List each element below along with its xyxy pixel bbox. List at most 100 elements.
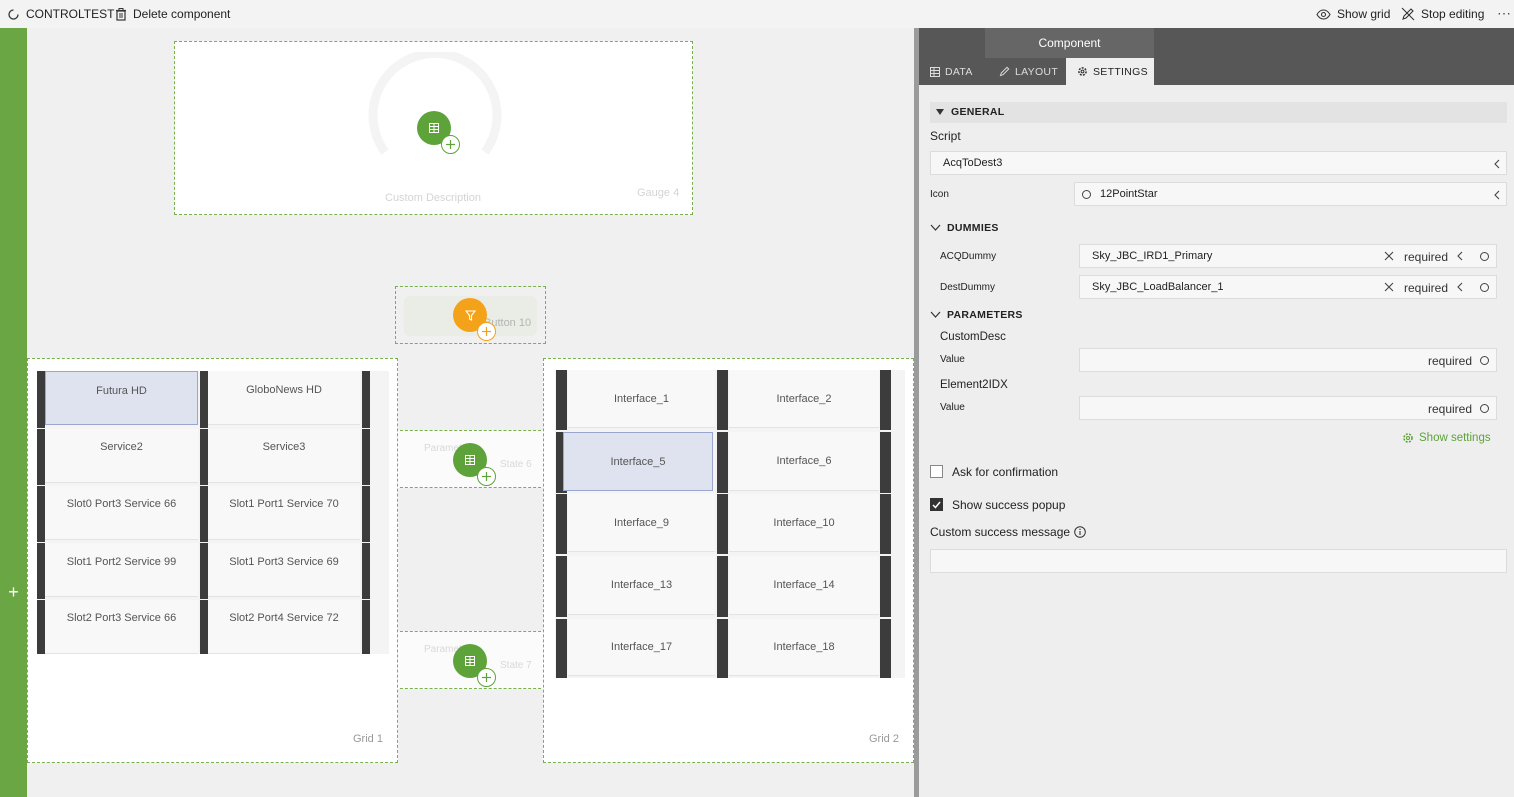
grid-cell[interactable]: Service3 (208, 429, 360, 483)
tab-layout[interactable]: LAYOUT (995, 58, 1065, 85)
custom-success-label: Custom success message (930, 525, 1071, 539)
add-component-button[interactable] (417, 111, 460, 154)
left-add-strip: + (0, 28, 27, 797)
panel-header: Component DATA LAYOUT SETTINGS (919, 28, 1514, 85)
parameters-section-header[interactable]: PARAMETERS (930, 309, 1023, 321)
info-icon[interactable] (1074, 526, 1086, 538)
grid-cell[interactable]: Interface_5 (563, 432, 713, 491)
gauge-label: Gauge 4 (637, 187, 680, 199)
table-icon (429, 123, 439, 133)
delete-component-button[interactable]: Delete component (115, 7, 230, 21)
param-customdesc-input[interactable]: required (1079, 348, 1497, 372)
gear-icon (1403, 433, 1413, 443)
chevron-left-icon[interactable] (1457, 251, 1463, 261)
param-customdesc-value-label: Value (940, 354, 965, 365)
grid-1-body: Futura HD GloboNews HD Service2 Service3… (37, 371, 389, 654)
script-label: Script (930, 129, 961, 143)
tab-data-label: DATA (945, 65, 973, 78)
script-dropdown[interactable]: AcqToDest3 (930, 151, 1507, 175)
app-title[interactable]: CONTROLTEST (7, 7, 114, 21)
grid-cell[interactable]: Interface_10 (729, 494, 879, 552)
custom-success-input[interactable] (930, 549, 1507, 573)
icon-dropdown[interactable]: 12PointStar (1074, 182, 1507, 206)
grid-2-component[interactable]: Interface_1 Interface_2 Interface_5 Inte… (543, 358, 914, 763)
dummies-heading: DUMMIES (947, 222, 999, 234)
add-filter-button[interactable] (453, 298, 496, 341)
state-1-label: State 6 (500, 459, 532, 470)
plus-icon (441, 135, 460, 154)
script-value: AcqToDest3 (943, 157, 1003, 169)
chevron-left-icon (1494, 159, 1500, 169)
grid-1-component[interactable]: Futura HD GloboNews HD Service2 Service3… (27, 358, 398, 763)
grid-cell[interactable]: Slot2 Port4 Service 72 (208, 600, 360, 654)
eye-icon (1316, 8, 1331, 20)
check-icon (932, 501, 941, 509)
grid-cell[interactable]: Interface_13 (568, 556, 715, 615)
required-label: required (1428, 354, 1473, 368)
trash-icon (116, 7, 126, 21)
grid-1-label: Grid 1 (353, 733, 383, 745)
show-grid-button[interactable]: Show grid (1316, 7, 1390, 21)
grid-cell[interactable]: Slot0 Port3 Service 66 (45, 486, 198, 540)
dest-dummy-value: Sky_JBC_LoadBalancer_1 (1092, 281, 1224, 293)
parameters-heading: PARAMETERS (947, 309, 1023, 321)
more-options-button[interactable]: ⋯ (1497, 5, 1511, 22)
param-customdesc-name: CustomDesc (940, 331, 1006, 343)
show-success-popup-checkbox[interactable] (930, 498, 943, 511)
grid-cell[interactable]: Slot1 Port1 Service 70 (208, 486, 360, 540)
grid-cell[interactable]: Interface_2 (729, 370, 879, 428)
grid-cell[interactable]: Interface_1 (568, 370, 715, 428)
properties-panel: Component DATA LAYOUT SETTINGS GENERAL S… (919, 28, 1514, 797)
icon-value: 12PointStar (1100, 188, 1158, 200)
show-settings-link[interactable]: Show settings (1402, 432, 1491, 444)
add-row-plus-icon[interactable]: + (6, 582, 21, 603)
stop-editing-label: Stop editing (1421, 7, 1485, 21)
gauge-component[interactable]: Custom Description Gauge 4 (174, 41, 693, 215)
table-icon (465, 455, 475, 465)
grid-cell[interactable]: Service2 (45, 429, 198, 483)
grid-cell[interactable]: Slot1 Port2 Service 99 (45, 543, 198, 597)
grid-cell[interactable]: Interface_18 (729, 619, 879, 676)
grid-cell[interactable]: Slot1 Port3 Service 69 (208, 543, 360, 597)
grid-2-body: Interface_1 Interface_2 Interface_5 Inte… (555, 370, 905, 678)
state-component-1[interactable]: Parameter State 6 (395, 430, 546, 488)
status-circle-icon (1480, 404, 1489, 413)
tab-settings[interactable]: SETTINGS (1066, 58, 1154, 85)
tab-data[interactable]: DATA (930, 58, 990, 85)
grid-cell[interactable]: Slot2 Port3 Service 66 (45, 600, 198, 654)
close-icon[interactable] (1384, 251, 1394, 261)
grid-cell[interactable]: Interface_14 (729, 556, 879, 615)
dummies-section-header[interactable]: DUMMIES (930, 222, 999, 234)
dest-dummy-field[interactable]: Sky_JBC_LoadBalancer_1 required (1079, 275, 1497, 299)
add-component-button[interactable] (453, 443, 496, 486)
star-icon (1082, 190, 1091, 199)
ask-confirmation-label: Ask for confirmation (952, 465, 1059, 479)
grid-cell[interactable]: Interface_6 (729, 432, 879, 491)
stop-editing-button[interactable]: Stop editing (1401, 7, 1484, 21)
acq-dummy-label: ACQDummy (940, 251, 997, 262)
filter-icon (464, 309, 476, 321)
gauge-caption: Custom Description (385, 192, 481, 204)
acq-dummy-value: Sky_JBC_IRD1_Primary (1092, 250, 1213, 262)
grid-cell[interactable]: GloboNews HD (208, 371, 360, 425)
grid-cell[interactable]: Interface_9 (568, 494, 715, 552)
caret-down-icon (936, 109, 944, 115)
param-element2idx-input[interactable]: required (1079, 396, 1497, 420)
custom-success-row: Custom success message (930, 525, 1086, 539)
add-component-button[interactable] (453, 644, 496, 687)
grid-cell[interactable]: Futura HD (45, 371, 198, 425)
ask-confirmation-checkbox[interactable] (930, 465, 943, 478)
param-element2idx-value-label: Value (940, 402, 965, 413)
plus-icon (477, 668, 496, 687)
show-success-popup-label: Show success popup (952, 498, 1066, 512)
close-icon[interactable] (1384, 282, 1394, 292)
state-2-label: State 7 (500, 660, 532, 671)
grid-cell[interactable]: Interface_17 (568, 619, 715, 676)
state-component-2[interactable]: Parameter State 7 (395, 631, 546, 689)
acq-dummy-field[interactable]: Sky_JBC_IRD1_Primary required (1079, 244, 1497, 268)
chevron-left-icon[interactable] (1457, 282, 1463, 292)
general-section-header[interactable]: GENERAL (930, 102, 1507, 123)
button-component[interactable]: Button 10 (395, 286, 546, 344)
gear-icon (1078, 67, 1087, 76)
status-circle-icon (1480, 252, 1489, 261)
